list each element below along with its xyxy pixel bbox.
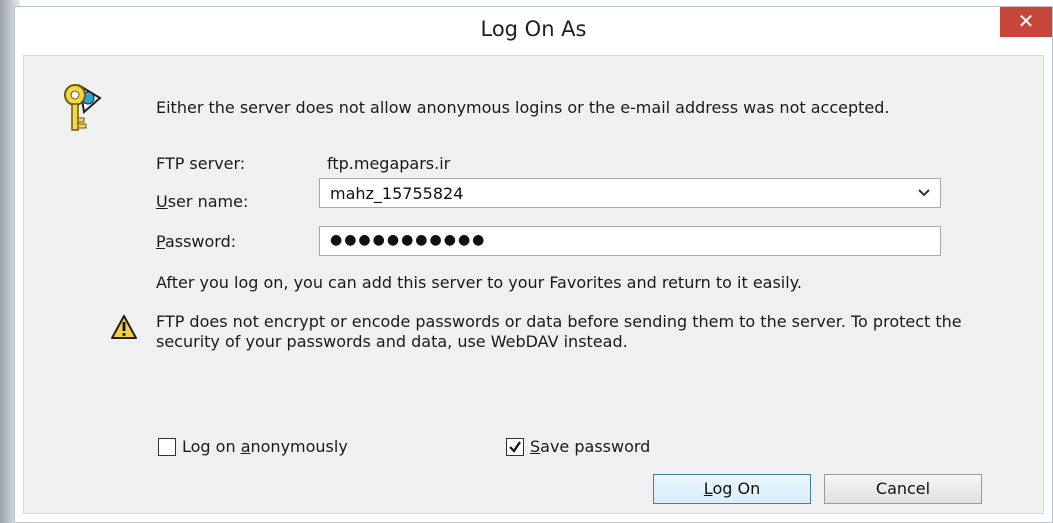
key-globe-icon	[64, 84, 102, 131]
anonymous-label-part2: nonymously	[250, 437, 348, 456]
close-button[interactable]: ✕	[1000, 7, 1052, 37]
log-on-dialog: Log On As ✕ Either the server does not a…	[14, 6, 1053, 523]
ftp-server-value: ftp.megapars.ir	[327, 154, 451, 173]
password-label: Password:	[156, 232, 236, 251]
title-bar: Log On As ✕	[15, 7, 1052, 55]
save-password-accesskey: S	[530, 437, 541, 456]
checkmark-icon	[509, 441, 521, 453]
cancel-button[interactable]: Cancel	[824, 474, 982, 504]
dialog-body: Either the server does not allow anonymo…	[23, 55, 1044, 514]
password-value: ●●●●●●●●●●●	[330, 232, 487, 248]
user-name-accesskey: U	[156, 192, 168, 211]
log-on-button[interactable]: Log On	[653, 474, 811, 504]
password-label-rest: assword:	[164, 232, 237, 251]
log-on-label-rest: og On	[712, 479, 761, 498]
save-password-checkbox[interactable]	[506, 438, 524, 456]
user-name-label-rest: ser name:	[167, 192, 249, 211]
anonymous-accesskey: a	[240, 437, 251, 456]
anonymous-label-part1: Log on	[182, 437, 241, 456]
log-on-anonymously-checkbox[interactable]	[158, 438, 176, 456]
save-password-label[interactable]: Save password	[530, 437, 650, 456]
user-name-label: User name:	[156, 192, 248, 211]
ftp-server-label: FTP server:	[156, 154, 246, 173]
dialog-title: Log On As	[480, 17, 587, 41]
user-name-combobox[interactable]: mahz_15755824	[319, 178, 941, 208]
password-accesskey: P	[156, 232, 165, 251]
chevron-down-icon[interactable]	[916, 182, 932, 202]
user-name-value: mahz_15755824	[330, 184, 464, 203]
favorites-note: After you log on, you can add this serve…	[156, 273, 802, 292]
close-icon: ✕	[1017, 9, 1035, 33]
intro-message: Either the server does not allow anonymo…	[156, 98, 890, 117]
log-on-anonymously-label[interactable]: Log on anonymously	[182, 437, 348, 456]
password-field[interactable]: ●●●●●●●●●●●	[319, 226, 941, 256]
warning-icon	[111, 315, 137, 339]
security-warning: FTP does not encrypt or encode passwords…	[156, 312, 962, 351]
save-password-label-rest: ave password	[540, 437, 651, 456]
